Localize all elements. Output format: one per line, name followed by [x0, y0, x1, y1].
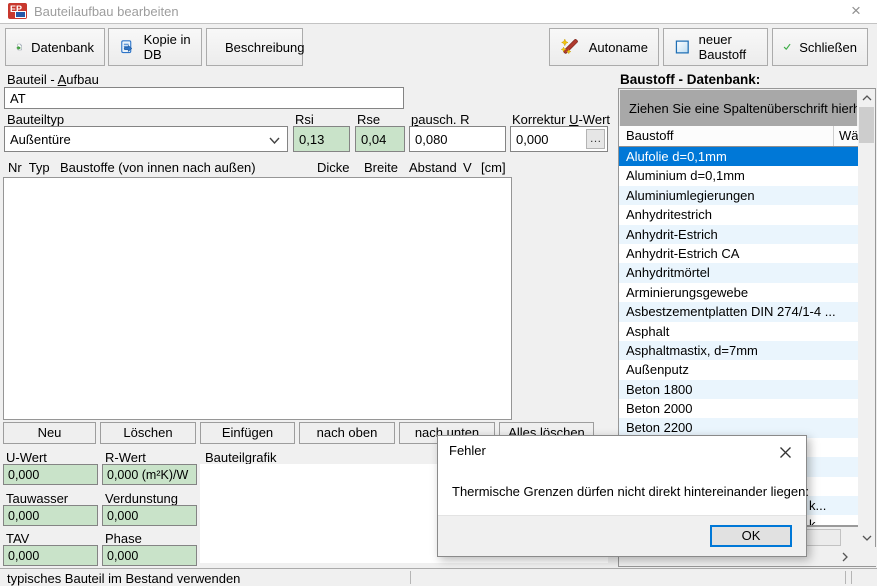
rsi-label: Rsi: [295, 112, 314, 127]
kopie-in-db-button[interactable]: Kopie in DB: [108, 28, 202, 66]
col-breite: Breite: [364, 160, 398, 175]
phase-label: Phase: [105, 531, 142, 546]
col-baustoffe: Baustoffe (von innen nach außen): [60, 160, 256, 175]
db-panel-title: Baustoff - Datenbank:: [620, 72, 760, 87]
material-row[interactable]: Anhydrit-Estrich: [619, 225, 858, 244]
u-wert-label: U-Wert: [6, 450, 47, 465]
rse-field[interactable]: 0,04: [355, 126, 405, 152]
bauteilaufbau-window: EP Bauteilaufbau bearbeiten × Datenbank …: [0, 0, 877, 586]
bauteiltyp-value: Außentüre: [10, 132, 71, 147]
aufbau-label: Bauteil - Aufbau: [7, 72, 99, 87]
material-row[interactable]: Alufolie d=0,1mm: [619, 147, 858, 166]
material-row[interactable]: Asbestzementplatten DIN 274/1-4 ...: [619, 302, 858, 321]
autoname-button[interactable]: Autoname: [549, 28, 659, 66]
beschreibung-button[interactable]: Beschreibung: [206, 28, 303, 66]
korrektur-more-button[interactable]: …: [586, 129, 605, 149]
bauteiltyp-label: Bauteiltyp: [7, 112, 64, 127]
new-material-icon: [674, 35, 691, 59]
einfuegen-button[interactable]: Einfügen: [200, 422, 295, 444]
material-row[interactable]: Außenputz: [619, 360, 858, 379]
bauteiltyp-select[interactable]: Außentüre: [4, 126, 288, 152]
pausch-r-field[interactable]: 0,080: [409, 126, 506, 152]
neuer-baustoff-label: neuer Baustoff: [699, 32, 757, 62]
material-row[interactable]: Asphaltmastix, d=7mm: [619, 341, 858, 360]
database-doc-icon: [16, 35, 23, 59]
rsi-field[interactable]: 0,13: [293, 126, 350, 152]
verdunstung-field: 0,000: [102, 505, 197, 526]
material-row[interactable]: Aluminiumlegierungen: [619, 186, 858, 205]
neu-button[interactable]: Neu: [3, 422, 96, 444]
error-dialog: Fehler Thermische Grenzen dürfen nicht d…: [437, 435, 807, 557]
window-close-icon[interactable]: ×: [845, 1, 867, 21]
material-row[interactable]: Anhydritmörtel: [619, 263, 858, 282]
scroll-right-icon[interactable]: [835, 549, 855, 564]
phase-field: 0,000: [102, 545, 197, 566]
neuer-baustoff-button[interactable]: neuer Baustoff: [663, 28, 768, 66]
db-group-band[interactable]: Ziehen Sie eine Spaltenüberschrift hierh…: [620, 90, 857, 126]
scroll-down-icon[interactable]: [858, 529, 875, 546]
copy-doc-icon: [119, 35, 136, 59]
nach-oben-button[interactable]: nach oben: [299, 422, 395, 444]
col-dicke: Dicke: [317, 160, 350, 175]
kopie-in-db-label: Kopie in DB: [144, 32, 191, 62]
tauwasser-label: Tauwasser: [6, 491, 68, 506]
material-row[interactable]: Asphalt: [619, 322, 858, 341]
material-row[interactable]: Anhydrit-Estrich CA: [619, 244, 858, 263]
r-wert-label: R-Wert: [105, 450, 146, 465]
schliessen-button[interactable]: Schließen: [772, 28, 868, 66]
u-wert-field: 0,000: [3, 464, 98, 485]
korrektur-u-wert-label: Korrektur U-Wert: [512, 112, 610, 127]
error-dialog-close-icon[interactable]: [777, 444, 793, 460]
green-check-icon: [783, 35, 791, 59]
col-abstand: Abstand: [409, 160, 457, 175]
status-bar: typisches Bauteil im Bestand verwenden: [0, 568, 877, 586]
scroll-up-icon[interactable]: [858, 89, 875, 106]
material-row[interactable]: Arminierungsgewebe: [619, 283, 858, 302]
rse-label: Rse: [357, 112, 380, 127]
status-text: typisches Bauteil im Bestand verwenden: [7, 571, 240, 586]
layers-table[interactable]: [3, 177, 512, 420]
db-col-divider[interactable]: [833, 126, 834, 147]
material-row[interactable]: Aluminium d=0,1mm: [619, 166, 858, 185]
autoname-label: Autoname: [589, 40, 648, 55]
loeschen-button[interactable]: Löschen: [100, 422, 196, 444]
verdunstung-label: Verdunstung: [105, 491, 178, 506]
col-unit: [cm]: [481, 160, 506, 175]
aufbau-input[interactable]: [4, 87, 404, 109]
db-column-header[interactable]: Baustoff Wär: [619, 126, 858, 147]
beschreibung-label: Beschreibung: [225, 40, 305, 55]
app-logo-icon: EP: [8, 3, 27, 19]
status-divider: [845, 571, 846, 584]
chevron-down-icon: [269, 137, 280, 144]
col-v: V: [463, 160, 472, 175]
datenbank-button[interactable]: Datenbank: [5, 28, 105, 66]
schliessen-label: Schließen: [799, 40, 857, 55]
material-row[interactable]: Beton 1800: [619, 380, 858, 399]
tauwasser-field: 0,000: [3, 505, 98, 526]
datenbank-label: Datenbank: [31, 40, 94, 55]
db-scroll-thumb[interactable]: [859, 107, 874, 143]
material-row[interactable]: Beton 2000: [619, 399, 858, 418]
title-bar: EP Bauteilaufbau bearbeiten ×: [0, 0, 877, 24]
db-col-waerme[interactable]: Wär: [839, 128, 858, 143]
error-message: Thermische Grenzen dürfen nicht direkt h…: [452, 484, 809, 499]
status-divider: [410, 571, 411, 584]
error-dialog-footer: OK: [438, 515, 806, 556]
tav-field: 0,000: [3, 545, 98, 566]
bauteilgrafik-label: Bauteilgrafik: [205, 450, 277, 465]
magic-wand-icon: [560, 34, 581, 60]
korrektur-u-wert-field[interactable]: 0,000 …: [510, 126, 608, 152]
pausch-r-label: pausch. R: [411, 112, 470, 127]
ok-button[interactable]: OK: [710, 525, 792, 547]
db-col-baustoff[interactable]: Baustoff: [626, 128, 673, 143]
error-dialog-title: Fehler: [449, 443, 486, 458]
db-vertical-scrollbar[interactable]: [858, 89, 875, 546]
col-nr-typ: Nr Typ: [8, 160, 50, 175]
r-wert-field: 0,000 (m²K)/W: [102, 464, 197, 485]
window-title: Bauteilaufbau bearbeiten: [34, 4, 179, 19]
material-row[interactable]: Anhydritestrich: [619, 205, 858, 224]
tav-label: TAV: [6, 531, 29, 546]
status-divider: [851, 571, 852, 584]
